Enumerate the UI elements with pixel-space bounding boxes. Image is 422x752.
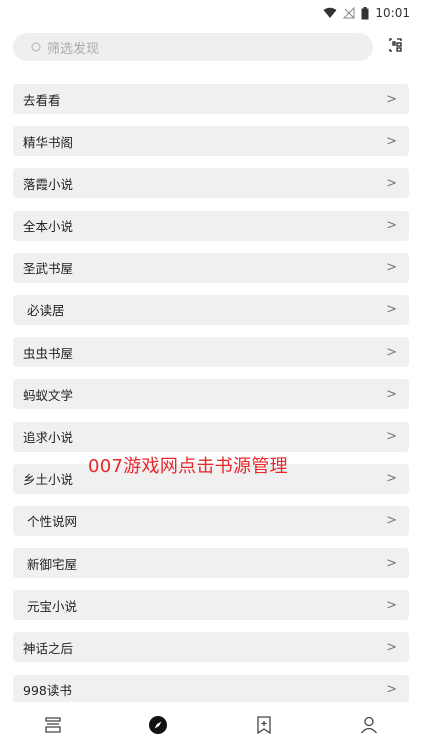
chevron-right-icon: > <box>386 471 397 487</box>
source-item-label: 乡土小说 <box>23 472 74 488</box>
nav-explore[interactable] <box>138 707 178 747</box>
bottom-nav <box>0 702 422 752</box>
explore-icon <box>148 715 168 739</box>
rss-icon <box>255 715 273 739</box>
source-item-label: 新御宅屋 <box>23 556 77 572</box>
source-item[interactable]: 精华书阁 > <box>13 126 409 157</box>
overlay-caption: 007游戏网点击书源管理 <box>88 456 288 477</box>
chevron-right-icon: > <box>386 513 397 529</box>
chevron-right-icon: > <box>386 555 397 571</box>
source-item[interactable]: 998读书 > <box>13 674 409 705</box>
source-item[interactable]: 神话之后 > <box>13 632 409 663</box>
source-item-label: 蚂蚁文学 <box>23 387 74 403</box>
source-item[interactable]: 全本小说 > <box>13 210 409 241</box>
battery-icon <box>361 6 369 20</box>
chevron-right-icon: > <box>386 91 397 107</box>
scan-icon <box>388 37 404 57</box>
wifi-icon <box>323 7 337 19</box>
source-item-label: 追求小说 <box>23 430 74 445</box>
source-item-label: 虫虫书屋 <box>23 345 74 361</box>
source-item[interactable]: 去看看 > <box>13 84 409 114</box>
chevron-right-icon: > <box>386 639 397 655</box>
chevron-right-icon: > <box>386 344 397 360</box>
bookshelf-icon <box>43 715 63 739</box>
source-item[interactable]: 追求小说 > <box>13 421 409 452</box>
chevron-right-icon: > <box>386 429 397 444</box>
search-input[interactable]: 筛选发现 <box>13 33 373 61</box>
source-item[interactable]: 圣武书屋 > <box>13 252 409 283</box>
source-item-label: 精华书阁 <box>23 134 74 150</box>
source-item-label: 圣武书屋 <box>23 261 74 277</box>
search-icon <box>31 41 42 53</box>
source-list: 去看看 > 精华书阁 > 落霞小说 > 全本小说 > 圣武书屋 > 必读居 > 虫虫书屋 > 蚂蚁文学 > 追… <box>13 84 409 717</box>
source-item-label: 必读居 <box>23 303 65 319</box>
source-item[interactable]: 蚂蚁文学 > <box>13 379 409 410</box>
chevron-right-icon: > <box>386 597 397 613</box>
signal-icon <box>343 7 355 19</box>
chevron-right-icon: > <box>386 218 397 234</box>
source-item-label: 全本小说 <box>23 219 74 235</box>
nav-rss[interactable] <box>244 707 284 747</box>
chevron-right-icon: > <box>386 302 397 318</box>
nav-profile[interactable] <box>349 707 389 747</box>
source-item-label: 998读书 <box>23 683 72 699</box>
source-item[interactable]: 个性说网 > <box>13 505 409 536</box>
source-item[interactable]: 落霞小说 > <box>13 168 409 199</box>
source-item[interactable]: 虫虫书屋 > <box>13 337 409 368</box>
source-item-label: 神话之后 <box>23 640 74 656</box>
chevron-right-icon: > <box>386 682 397 698</box>
nav-bookshelf[interactable] <box>33 707 73 747</box>
profile-icon <box>359 715 379 739</box>
source-item-label: 个性说网 <box>23 514 77 530</box>
source-item[interactable]: 必读居 > <box>13 294 409 325</box>
source-item[interactable]: 新御宅屋 > <box>13 548 409 579</box>
source-item[interactable]: 元宝小说 > <box>13 590 409 621</box>
search-placeholder: 筛选发现 <box>47 41 100 57</box>
scan-button[interactable] <box>383 34 409 60</box>
chevron-right-icon: > <box>386 133 397 149</box>
chevron-right-icon: > <box>386 260 397 276</box>
status-time: 10:01 <box>375 6 410 20</box>
search-row: 筛选发现 <box>13 33 409 61</box>
source-item-label: 去看看 <box>23 92 61 108</box>
chevron-right-icon: > <box>386 386 397 402</box>
chevron-right-icon: > <box>386 175 397 191</box>
source-item-label: 元宝小说 <box>23 598 77 614</box>
status-bar: 10:01 <box>0 0 422 26</box>
source-item-label: 落霞小说 <box>23 176 74 192</box>
